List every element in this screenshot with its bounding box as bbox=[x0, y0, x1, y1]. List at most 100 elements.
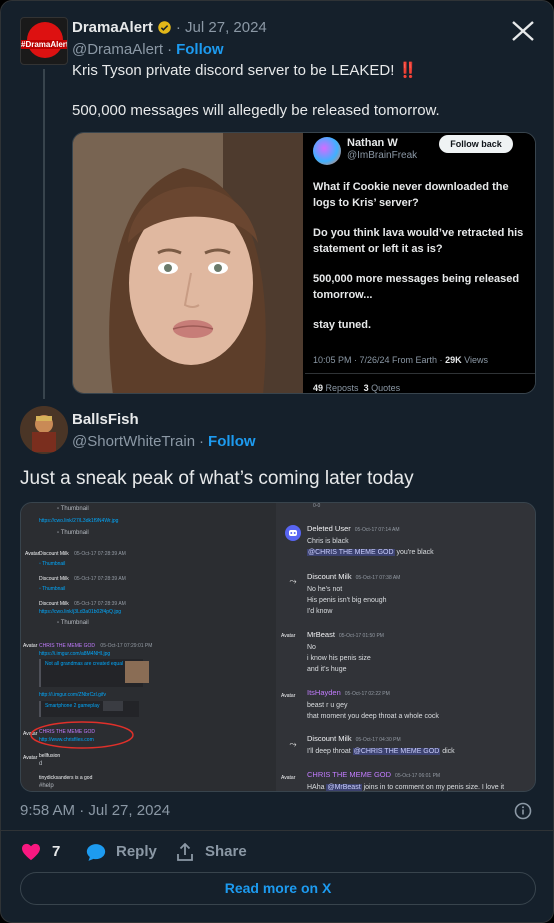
dramaalert-avatar[interactable]: #DramaAlert bbox=[20, 17, 68, 65]
milk-avatar-1: ⤳ bbox=[289, 576, 297, 586]
quoted-views-label: Views bbox=[464, 355, 488, 365]
mention-chris-1: @CHRIS THE MEME GOD bbox=[307, 549, 395, 556]
heart-icon[interactable] bbox=[21, 843, 41, 861]
left-user-1-name: Discount Milk bbox=[39, 551, 69, 557]
msg-deleted-user-name: Deleted User bbox=[307, 524, 351, 533]
quoted-divider bbox=[305, 373, 535, 374]
reply-name[interactable]: BallsFish bbox=[72, 411, 139, 428]
reply-follow-button[interactable]: Follow bbox=[208, 433, 256, 450]
follow-button[interactable]: Follow bbox=[176, 41, 224, 58]
tweet-text: Kris Tyson private discord server to be … bbox=[72, 61, 532, 121]
msg-chris-pre: HAha bbox=[307, 784, 325, 791]
right-top: 0-0 bbox=[313, 503, 321, 509]
milk-avatar-2: ⤳ bbox=[289, 739, 297, 749]
thumb-3-label: Thumbnail bbox=[60, 620, 89, 626]
thumb-1-label: Thumbnail bbox=[60, 506, 89, 512]
msg-discount-milk-1-time: 05-Oct-17 07:38 AM bbox=[355, 575, 401, 581]
dot-separator: · bbox=[167, 41, 173, 58]
msg-mrbeast-time: 05-Oct-17 01:50 PM bbox=[338, 633, 384, 639]
quoted-stats: 49 Reposts 3 Quotes bbox=[313, 383, 400, 393]
reply-button[interactable]: Reply bbox=[116, 843, 157, 860]
x-logo-icon[interactable] bbox=[512, 21, 534, 41]
link-2: https://cwo.link/j3Ld3a01b02f4pQ.jpg bbox=[39, 609, 121, 615]
author-handle[interactable]: @DramaAlert bbox=[72, 41, 163, 58]
hayden-avatar: Avatar bbox=[281, 693, 296, 699]
author-name[interactable]: DramaAlert bbox=[72, 19, 153, 36]
msg-deleted-user-line-1: Chris is black bbox=[307, 538, 349, 545]
quoted-body: What if Cookie never downloaded the logs… bbox=[313, 179, 531, 333]
left-chris-1-time: 05-Oct-17 07:29:01 PM bbox=[100, 643, 153, 649]
tweet-header: DramaAlert · Jul 27, 2024 bbox=[72, 19, 267, 36]
left-thumb-2-label: Thumbnail bbox=[42, 586, 66, 592]
share-icon[interactable] bbox=[176, 843, 194, 861]
discord-screenshot[interactable]: ▫ Thumbnail https://cwo.link/27/L3dk1f9N… bbox=[20, 502, 536, 792]
quoted-views-count: 29K bbox=[445, 355, 462, 365]
left-user-1: Discount Milk 05-Oct-17 07:28:39 AM bbox=[39, 551, 126, 557]
left-bellfusion: bellfusion bbox=[39, 753, 61, 759]
quoted-name: Nathan W bbox=[347, 137, 398, 149]
msg-discount-milk-1: Discount Milk 05-Oct-17 07:38 AM No he's … bbox=[307, 571, 400, 617]
reply-timestamp[interactable]: 9:58 AM · Jul 27, 2024 bbox=[20, 802, 170, 819]
info-icon[interactable] bbox=[514, 802, 532, 820]
embed-smartphone: Smartphone 2 gameplay bbox=[39, 701, 139, 717]
left-chris-1: CHRIS THE MEME GOD 05-Oct-17 07:29:01 PM bbox=[39, 643, 152, 649]
woman-photo bbox=[73, 133, 303, 393]
left-thumb-1-label: Thumbnail bbox=[42, 561, 66, 567]
left-user-3-time: 05-Oct-17 07:28:39 AM bbox=[74, 601, 126, 607]
left-chris-1-name: CHRIS THE MEME GOD bbox=[39, 643, 96, 649]
msg-discount-milk-1-line-2: His penis isn't big enough bbox=[307, 597, 387, 604]
tweet-date[interactable]: · Jul 27, 2024 bbox=[176, 19, 267, 36]
quotes-label: Quotes bbox=[371, 383, 401, 393]
like-count[interactable]: 7 bbox=[52, 843, 60, 860]
msg-discount-milk-2-name: Discount Milk bbox=[307, 734, 352, 743]
left-user-3: Discount Milk 05-Oct-17 07:28:39 AM bbox=[39, 601, 126, 607]
msg-itshayden-line-1: beast r u gey bbox=[307, 702, 348, 709]
msg-chris: CHRIS THE MEME GOD 05-Oct-17 06:01 PM HAh… bbox=[307, 769, 505, 791]
tweet-line-1: Kris Tyson private discord server to be … bbox=[72, 62, 418, 79]
reposts-count: 49 bbox=[313, 383, 324, 393]
msg-discount-milk-1-name: Discount Milk bbox=[307, 572, 352, 581]
left-thumb-2: ▫ Thumbnail bbox=[39, 586, 66, 592]
verified-badge-icon bbox=[158, 21, 171, 34]
discord-logo-avatar bbox=[285, 525, 301, 541]
chris-avatar: Avatar bbox=[281, 775, 296, 781]
author-handle-row: @DramaAlert · Follow bbox=[72, 41, 224, 58]
msg-discount-milk-1-line-3: I'd know bbox=[307, 608, 333, 615]
msg-mrbeast: MrBeast 05-Oct-17 01:50 PM No i know his … bbox=[307, 629, 384, 675]
left-avatar-2: Avatar bbox=[23, 643, 38, 649]
tweet-card: #DramaAlert DramaAlert · Jul 27, 2024 @D… bbox=[0, 0, 554, 923]
reposts-label: Reposts bbox=[325, 383, 359, 393]
embed-smartphone-title: Smartphone 2 gameplay bbox=[45, 703, 100, 709]
msg-itshayden-name: ItsHayden bbox=[307, 688, 341, 697]
ballsfish-avatar-art bbox=[20, 406, 68, 454]
ballsfish-avatar[interactable] bbox=[20, 406, 68, 454]
left-user-2-time: 05-Oct-17 07:28:39 AM bbox=[74, 576, 126, 582]
reply-text: Just a sneak peak of what’s coming later… bbox=[20, 468, 414, 489]
reply-icon[interactable] bbox=[86, 843, 106, 862]
link-4: http://i.imgur.com/ZNbrCzl.gifv bbox=[39, 692, 106, 698]
highlight-circle bbox=[30, 721, 134, 749]
quotes-count: 3 bbox=[363, 383, 369, 393]
face-illustration bbox=[73, 133, 303, 393]
tweet-line-2: 500,000 messages will allegedly be relea… bbox=[72, 102, 440, 119]
mention-chris-2: @CHRIS THE MEME GOD bbox=[352, 748, 441, 755]
msg-mrbeast-line-3: and it's huge bbox=[307, 666, 347, 673]
thumb-2-label: Thumbnail bbox=[60, 530, 89, 536]
msg-discount-milk-2-post: dick bbox=[442, 748, 455, 755]
discord-icon bbox=[289, 530, 297, 536]
quoted-paragraph-2: Do you think lava would’ve retracted his… bbox=[313, 227, 524, 255]
share-button[interactable]: Share bbox=[205, 843, 247, 860]
left-help: #help bbox=[39, 783, 54, 789]
read-more-button[interactable]: Read more on X bbox=[20, 872, 536, 905]
link-1: https://cwo.link/27/L3dk1f9N4Wr.jpg bbox=[39, 518, 119, 524]
tweet-media[interactable]: Nathan W @ImBrainFreak Follow back What … bbox=[72, 132, 536, 394]
quoted-paragraph-1: What if Cookie never downloaded the logs… bbox=[313, 181, 509, 209]
left-d: d bbox=[39, 761, 43, 767]
msg-chris-post: joins in to comment on my penis size. I … bbox=[363, 784, 505, 791]
quoted-paragraph-3: 500,000 more messages being released tom… bbox=[313, 273, 520, 301]
msg-mrbeast-line-1: No bbox=[307, 644, 316, 651]
quoted-handle: @ImBrainFreak bbox=[347, 150, 418, 161]
mrbeast-avatar: Avatar bbox=[281, 633, 296, 639]
link-3: https://i.imgur.com/a8M4NHI.jpg bbox=[39, 651, 111, 657]
reply-handle[interactable]: @ShortWhiteTrain bbox=[72, 433, 195, 450]
